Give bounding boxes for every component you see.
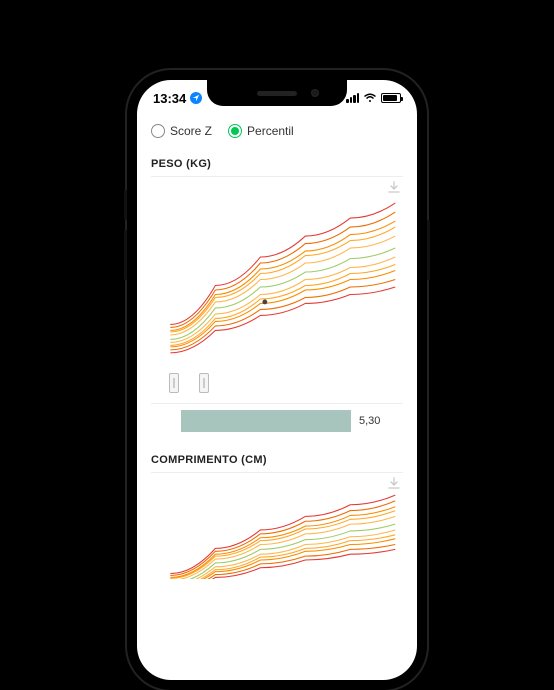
- slider-handle-right[interactable]: [199, 373, 209, 393]
- download-icon[interactable]: [387, 477, 401, 491]
- slider-handle-left[interactable]: [169, 373, 179, 393]
- radio-percentil[interactable]: Percentil: [228, 124, 294, 138]
- radio-label: Percentil: [247, 124, 294, 138]
- cellular-signal-icon: [346, 93, 359, 103]
- radio-checked-icon: [228, 124, 242, 138]
- phone-frame: 13:34 Score Z: [127, 70, 427, 690]
- radio-unchecked-icon: [151, 124, 165, 138]
- radio-score-z[interactable]: Score Z: [151, 124, 212, 138]
- peso-chart-card: 5,30: [151, 177, 403, 446]
- value-bar-label: 5,30: [359, 415, 380, 427]
- speaker-grille: [257, 91, 297, 96]
- volume-down-button[interactable]: [124, 230, 127, 280]
- range-slider-handles: [151, 373, 403, 403]
- wifi-icon: [363, 91, 377, 106]
- front-camera: [311, 89, 319, 97]
- comprimento-chart-card: [151, 473, 403, 579]
- download-icon[interactable]: [387, 181, 401, 195]
- section-title-peso: PESO (KG): [151, 150, 403, 176]
- section-title-comprimento: COMPRIMENTO (CM): [151, 446, 403, 472]
- location-icon: [190, 92, 202, 104]
- power-button[interactable]: [427, 220, 430, 280]
- screen: 13:34 Score Z: [137, 80, 417, 680]
- metric-radio-group: Score Z Percentil: [151, 116, 403, 150]
- volume-up-button[interactable]: [124, 190, 127, 220]
- comprimento-percentile-chart[interactable]: [151, 479, 403, 579]
- app-content: Score Z Percentil PESO (KG): [137, 116, 417, 579]
- notch: [207, 80, 347, 106]
- status-time: 13:34: [153, 91, 186, 106]
- radio-label: Score Z: [170, 124, 212, 138]
- peso-percentile-chart[interactable]: [151, 183, 403, 373]
- value-bar-row: 5,30: [151, 404, 403, 446]
- value-bar: [181, 410, 351, 432]
- battery-icon: [381, 93, 401, 103]
